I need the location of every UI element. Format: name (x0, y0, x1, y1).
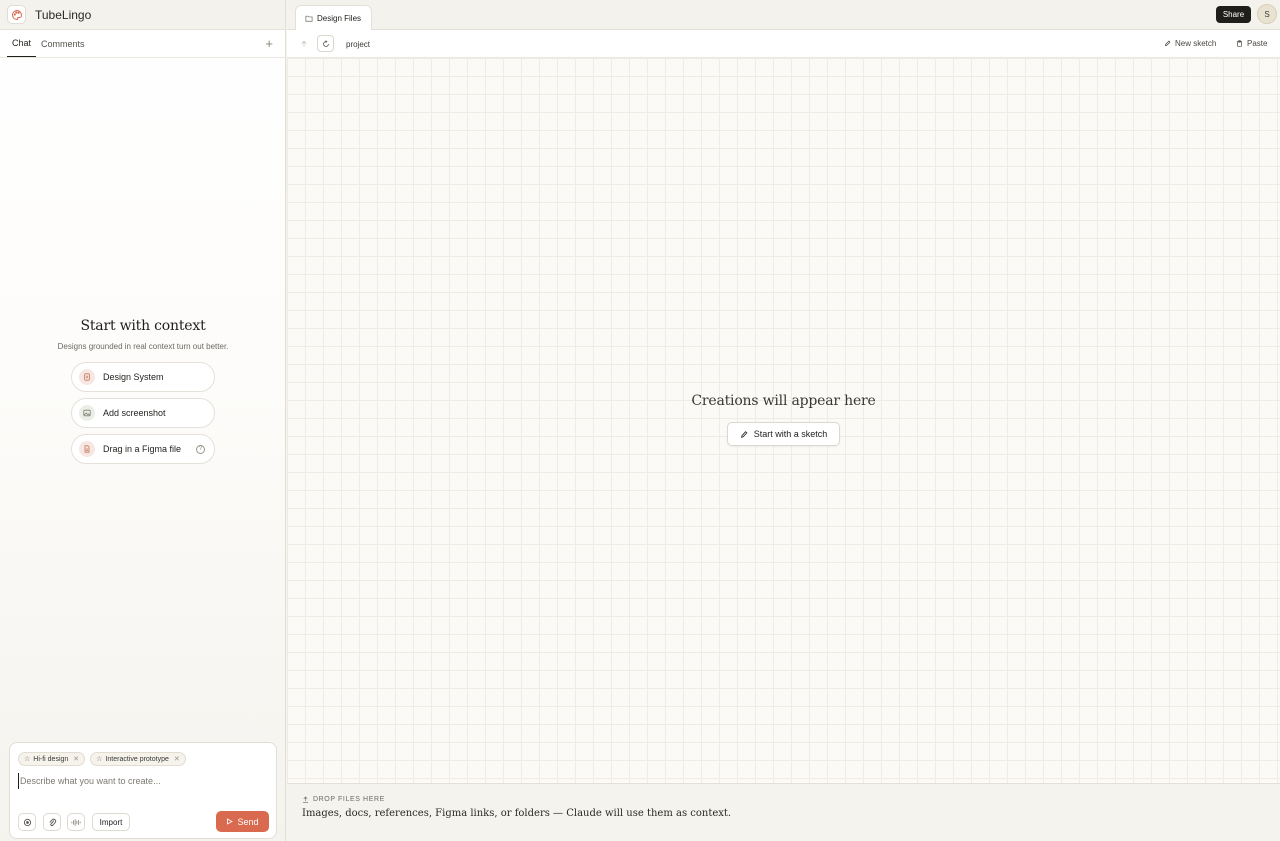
new-sketch-label: New sketch (1175, 39, 1217, 48)
breadcrumb[interactable]: project (346, 40, 370, 49)
avatar[interactable]: S (1257, 4, 1277, 24)
context-title: Start with context (80, 318, 206, 334)
refresh-button[interactable] (317, 35, 334, 52)
design-system-icon (79, 369, 95, 385)
app-title: TubeLingo (35, 7, 92, 22)
clipboard-icon (1237, 40, 1242, 47)
tab-design-files[interactable]: Design Files (295, 5, 372, 30)
pencil-icon (1164, 40, 1171, 47)
voice-button[interactable] (67, 813, 85, 831)
paste-label: Paste (1247, 39, 1268, 48)
palette-icon[interactable] (7, 5, 26, 24)
left-panel: TubeLingo Chat Comments + Start with con… (0, 0, 286, 841)
paperclip-icon (48, 818, 56, 826)
star-icon: ☆ (96, 756, 103, 763)
send-icon (227, 818, 234, 825)
prompt-input[interactable] (18, 773, 268, 789)
empty-state: Creations will appear here Start with a … (287, 393, 1280, 446)
start-sketch-button[interactable]: Start with a sketch (726, 422, 841, 446)
mode-chips: ☆ Hi-fi design ✕ ☆ Interactive prototype… (18, 752, 186, 766)
pencil-icon (740, 430, 748, 438)
send-button[interactable]: Send (216, 811, 269, 832)
upload-icon (303, 796, 308, 803)
tab-chat[interactable]: Chat (7, 30, 37, 57)
up-button[interactable] (295, 35, 312, 52)
context-options: Design System Add screenshot Drag in a F… (0, 362, 286, 464)
add-screenshot-button[interactable]: Add screenshot (71, 398, 215, 428)
design-system-button[interactable]: Design System (71, 362, 215, 392)
design-system-label: Design System (103, 372, 164, 382)
left-tabs: Chat Comments + (0, 30, 285, 58)
app-window: TubeLingo Chat Comments + Start with con… (0, 0, 1280, 841)
canvas-toolbar: project New sketch Paste (287, 30, 1280, 58)
app-header: TubeLingo (0, 0, 285, 30)
chat-composer: ☆ Hi-fi design ✕ ☆ Interactive prototype… (9, 742, 277, 839)
figma-file-label: Drag in a Figma file (103, 444, 182, 454)
chip-label: Hi-fi design (33, 755, 69, 763)
file-icon (79, 441, 95, 457)
tab-comments[interactable]: Comments (36, 30, 90, 57)
add-tab-icon[interactable]: + (265, 36, 273, 51)
folder-icon (305, 15, 313, 22)
target-button[interactable] (18, 813, 36, 831)
drop-label: DROP FILES HERE (302, 796, 385, 803)
chip-hifi-design[interactable]: ☆ Hi-fi design ✕ (18, 752, 86, 766)
file-drop-zone[interactable]: DROP FILES HERE Images, docs, references… (287, 783, 1280, 841)
close-icon[interactable]: ✕ (174, 755, 180, 763)
help-icon[interactable]: ? (196, 445, 205, 454)
context-subtitle: Designs grounded in real context turn ou… (57, 342, 229, 351)
add-screenshot-label: Add screenshot (103, 408, 166, 418)
drop-label-text: DROP FILES HERE (313, 796, 385, 803)
file-tab-label: Design Files (317, 13, 362, 23)
empty-title: Creations will appear here (691, 393, 876, 409)
refresh-icon (322, 39, 329, 47)
chip-label: Interactive prototype (105, 755, 169, 763)
right-header: Design Files Share S (287, 0, 1280, 30)
share-button[interactable]: Share (1216, 6, 1251, 23)
right-panel: Design Files Share S project New sketch … (287, 0, 1280, 841)
waveform-icon (71, 818, 81, 826)
import-button[interactable]: Import (92, 813, 130, 831)
close-icon[interactable]: ✕ (73, 755, 79, 763)
send-label: Send (237, 816, 259, 827)
star-icon: ☆ (24, 756, 31, 763)
new-sketch-button[interactable]: New sketch (1164, 39, 1216, 48)
paste-button[interactable]: Paste (1236, 39, 1267, 48)
start-sketch-label: Start with a sketch (753, 429, 828, 439)
figma-file-button[interactable]: Drag in a Figma file ? (71, 434, 215, 464)
chip-interactive-prototype[interactable]: ☆ Interactive prototype ✕ (90, 752, 186, 766)
context-section: Start with context Designs grounded in r… (0, 318, 286, 464)
design-canvas[interactable]: Creations will appear here Start with a … (287, 58, 1280, 783)
arrow-up-icon (300, 40, 307, 47)
image-icon (79, 405, 95, 421)
attach-button[interactable] (43, 813, 61, 831)
drop-description: Images, docs, references, Figma links, o… (302, 808, 732, 819)
target-icon (23, 818, 31, 826)
